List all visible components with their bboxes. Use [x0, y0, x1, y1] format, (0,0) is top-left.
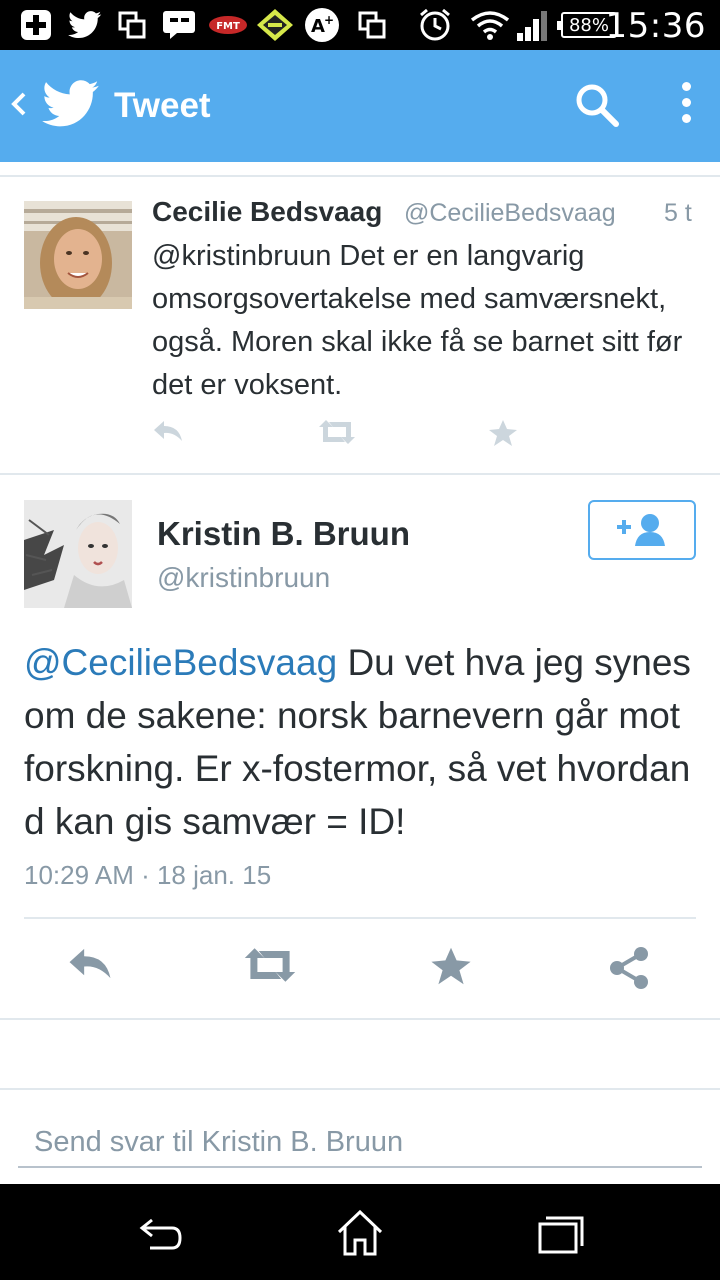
plus-app-icon: A + [304, 8, 340, 42]
navigation-bar [0, 1184, 720, 1280]
game-icon [256, 8, 294, 42]
reply-input[interactable] [18, 1118, 702, 1168]
tweet-timestamp: 10:29 AM · 18 jan. 15 [24, 860, 272, 890]
back-icon[interactable] [136, 1208, 186, 1258]
tweet-text: @kristinbruun Det er en langvarig omsorg… [152, 240, 683, 401]
status-bar: FMT A + 88% 15:36 [0, 0, 720, 50]
search-icon[interactable] [574, 82, 620, 133]
tweet-text: @CecilieBedsvaag Du vet hva jeg synes om… [24, 636, 704, 848]
mention-link[interactable]: @CecilieBedsvaag [24, 642, 337, 683]
author-handle[interactable]: @kristinbruun [157, 562, 330, 594]
svg-text:+: + [324, 13, 334, 27]
signal-icon [516, 8, 550, 42]
author-name[interactable]: Cecilie Bedsvaag [152, 196, 382, 228]
reply-icon[interactable] [152, 419, 184, 450]
alarm-icon [418, 8, 452, 42]
twitter-icon [68, 8, 102, 42]
tweet-time: 5 t [664, 199, 692, 227]
add-user-icon [617, 514, 665, 546]
action-bar: Tweet [0, 50, 720, 162]
favorite-star-icon[interactable] [488, 419, 518, 452]
wifi-icon [470, 8, 510, 42]
home-icon[interactable] [335, 1208, 385, 1258]
copy-icon [118, 8, 146, 42]
add-icon [20, 8, 52, 42]
reply-bar [0, 1088, 720, 1184]
overflow-menu-icon[interactable] [672, 82, 700, 128]
retweet-icon[interactable] [317, 419, 357, 450]
tweet-actions [0, 940, 720, 996]
back-chevron-icon[interactable] [10, 84, 28, 124]
fmt-app-icon: FMT [208, 8, 248, 42]
divider [24, 917, 696, 919]
svg-text:FMT: FMT [216, 21, 240, 32]
share-icon[interactable] [608, 946, 652, 995]
divider [0, 1018, 720, 1020]
avatar[interactable] [24, 201, 132, 309]
message-icon [162, 8, 196, 42]
retweet-icon[interactable] [242, 946, 298, 989]
svg-text:A: A [311, 16, 325, 37]
conversation-tweet[interactable]: Cecilie Bedsvaag @CecilieBedsvaag 5 t @k… [0, 175, 720, 475]
author-handle[interactable]: @CecilieBedsvaag [404, 199, 616, 228]
copy-icon [358, 8, 386, 42]
status-time: 15:36 [605, 6, 706, 46]
follow-button[interactable] [588, 500, 696, 560]
avatar[interactable] [24, 500, 132, 608]
reply-icon[interactable] [66, 946, 114, 989]
tweet-actions [0, 419, 720, 459]
favorite-star-icon[interactable] [430, 946, 472, 991]
twitter-bird-icon[interactable] [42, 80, 100, 133]
page-title: Tweet [114, 86, 211, 125]
recent-apps-icon[interactable] [536, 1208, 586, 1258]
author-name[interactable]: Kristin B. Bruun [157, 515, 410, 553]
